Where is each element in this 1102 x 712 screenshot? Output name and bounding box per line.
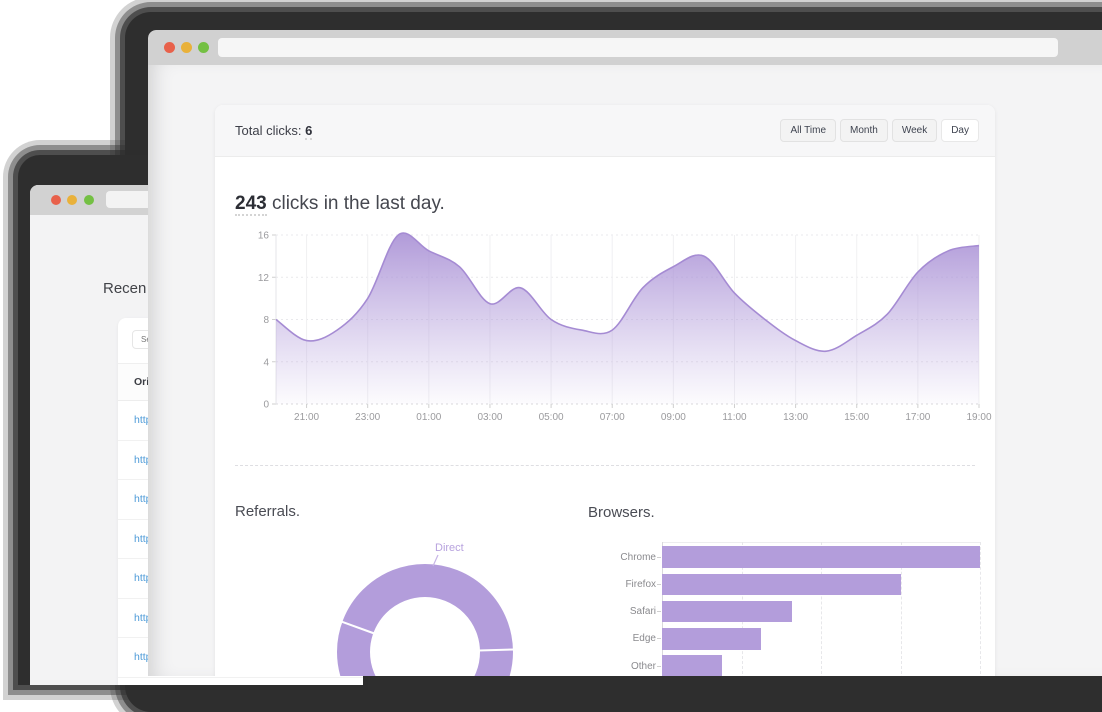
clicks-area-chart: 0 4 8 12 16 21:00 23:00 01:00 03:00 05:00 07:00 09:…: [233, 227, 993, 427]
donut-chart-canvas: Direct: [325, 535, 535, 676]
total-clicks-label: Total clicks:: [235, 123, 301, 138]
svg-text:19:00: 19:00: [966, 412, 991, 423]
svg-text:15:00: 15:00: [844, 412, 869, 423]
bar-axis-tick: [657, 557, 661, 558]
svg-text:03:00: 03:00: [477, 412, 502, 423]
total-clicks-value: 6: [305, 123, 312, 140]
bar-row: Safari: [600, 601, 792, 623]
bar-row: Edge: [600, 628, 761, 650]
referrals-title: Referrals.: [235, 503, 300, 520]
analytics-card: Total clicks: 6 All TimeMonthWeekDay 243…: [215, 105, 995, 676]
bar-category-label: Other: [600, 661, 656, 672]
bar-axis-tick: [657, 666, 661, 667]
svg-text:0: 0: [263, 400, 269, 411]
bar-category-label: Firefox: [600, 579, 656, 590]
donut-ring: [354, 581, 497, 677]
svg-text:05:00: 05:00: [539, 412, 564, 423]
bar-axis-tick: [657, 584, 661, 585]
donut-label-leader-line: [433, 555, 438, 566]
range-button-week[interactable]: Week: [892, 119, 937, 142]
svg-text:12: 12: [258, 273, 270, 284]
clicks-headline-text: clicks in the last day.: [267, 193, 445, 214]
segment-separator: [479, 650, 514, 651]
analytics-page: Total clicks: 6 All TimeMonthWeekDay 243…: [148, 65, 1102, 676]
bar-value-rect: [662, 655, 722, 676]
bar-category-label: Chrome: [600, 552, 656, 563]
svg-text:4: 4: [263, 357, 269, 368]
minimize-icon[interactable]: [67, 195, 77, 205]
bar-category-label: Safari: [600, 606, 656, 617]
back-page-heading: Recen: [103, 280, 146, 297]
bar-row: Other: [600, 655, 722, 676]
close-icon[interactable]: [164, 42, 175, 53]
referrals-donut-chart: Direct: [325, 535, 535, 676]
browsers-title: Browsers.: [588, 504, 655, 521]
maximize-icon[interactable]: [198, 42, 209, 53]
bar-row: Firefox: [600, 573, 901, 595]
svg-text:8: 8: [263, 315, 269, 326]
svg-text:23:00: 23:00: [355, 412, 380, 423]
clicks-count: 243: [235, 193, 267, 216]
donut-segment-label: Direct: [435, 542, 464, 554]
front-titlebar: [148, 30, 1102, 65]
range-button-month[interactable]: Month: [840, 119, 888, 142]
svg-text:07:00: 07:00: [600, 412, 625, 423]
svg-text:17:00: 17:00: [905, 412, 930, 423]
front-address-bar[interactable]: [218, 38, 1058, 57]
bar-category-label: Edge: [600, 633, 656, 644]
clicks-headline: 243 clicks in the last day.: [235, 193, 445, 215]
bar-row: Chrome: [600, 546, 980, 568]
range-button-all-time[interactable]: All Time: [780, 119, 836, 142]
close-icon[interactable]: [51, 195, 61, 205]
front-browser-window: Total clicks: 6 All TimeMonthWeekDay 243…: [148, 30, 1102, 676]
bar-chart-gridline: [980, 542, 981, 676]
table-row: https:: [118, 678, 363, 686]
maximize-icon[interactable]: [84, 195, 94, 205]
card-header: Total clicks: 6 All TimeMonthWeekDay: [215, 105, 995, 157]
svg-text:21:00: 21:00: [294, 412, 319, 423]
minimize-icon[interactable]: [181, 42, 192, 53]
area-series-fill: [276, 233, 979, 404]
bar-value-rect: [662, 574, 901, 596]
svg-text:11:00: 11:00: [722, 412, 747, 423]
svg-text:16: 16: [258, 231, 270, 242]
section-divider: [235, 465, 975, 466]
browsers-bar-chart: Chrome Firefox Safari Edge Other: [600, 538, 992, 676]
range-filter-group: All TimeMonthWeekDay: [780, 119, 979, 142]
svg-text:13:00: 13:00: [783, 412, 808, 423]
bar-axis-tick: [657, 611, 661, 612]
bar-axis-tick: [657, 638, 661, 639]
range-button-day[interactable]: Day: [941, 119, 979, 142]
svg-text:01:00: 01:00: [416, 412, 441, 423]
total-clicks: Total clicks: 6: [235, 123, 312, 138]
desktop: { "colors": { "accent_purple": "#b39ddb"…: [0, 0, 1102, 676]
bar-value-rect: [662, 546, 980, 568]
bar-value-rect: [662, 628, 761, 650]
bar-value-rect: [662, 601, 792, 623]
svg-text:09:00: 09:00: [661, 412, 686, 423]
area-chart-canvas: 0 4 8 12 16 21:00 23:00 01:00 03:00 05:00 07:00 09:…: [233, 227, 993, 427]
